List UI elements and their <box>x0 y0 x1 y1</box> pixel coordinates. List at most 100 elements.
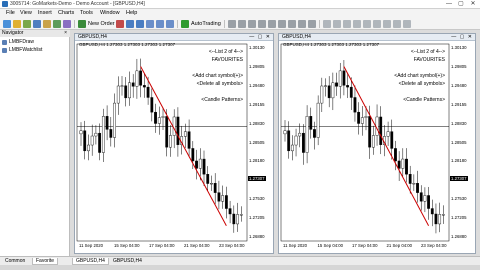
chart-window-1[interactable]: GBPUSD,H4 — ▢ ✕ GBPUSD,H4 1.27303 1.2730… <box>74 33 274 254</box>
timeframe-h4-icon[interactable] <box>373 20 381 28</box>
candle <box>176 107 180 157</box>
timeframe-m30-icon[interactable] <box>353 20 361 28</box>
menu-insert[interactable]: Insert <box>38 10 52 16</box>
candle <box>338 62 342 99</box>
price-label: 1.28830 <box>249 120 265 126</box>
panel-line <box>192 64 243 72</box>
timeframe-m1-icon[interactable] <box>323 20 331 28</box>
channel-icon[interactable] <box>278 20 286 28</box>
chart-window-buttons[interactable]: — ▢ ✕ <box>249 34 271 41</box>
menu-view[interactable]: View <box>20 10 32 16</box>
panel-line <box>192 88 243 96</box>
cursor-icon[interactable] <box>228 20 236 28</box>
auto-scroll-icon[interactable] <box>166 20 174 28</box>
horizontal-line-icon[interactable] <box>258 20 266 28</box>
tab-chart-2[interactable]: GBPUSD,H4 <box>110 258 145 264</box>
candle <box>412 174 416 191</box>
data-window-icon[interactable] <box>33 20 41 28</box>
profiles-icon[interactable] <box>13 20 21 28</box>
panel-line[interactable]: <Add chart symbol(+)> <box>192 72 243 80</box>
autotrading-button[interactable]: AutoTrading <box>191 21 221 27</box>
price-label: 1.26880 <box>249 234 265 239</box>
strategy-tester-icon[interactable] <box>63 20 71 28</box>
chart-tabs: GBPUSD,H4 GBPUSD,H4 <box>70 256 480 265</box>
minimize-button[interactable]: — <box>443 0 455 9</box>
tile-windows-icon[interactable] <box>146 20 154 28</box>
vertical-line-icon[interactable] <box>248 20 256 28</box>
autotrading-icon[interactable] <box>181 20 189 28</box>
metaeditor-icon[interactable] <box>116 20 124 28</box>
text-icon[interactable] <box>298 20 306 28</box>
terminal-icon[interactable] <box>53 20 61 28</box>
navigator-close-icon[interactable]: × <box>64 30 67 37</box>
candle <box>79 122 83 146</box>
candle <box>87 134 90 161</box>
new-order-button[interactable]: New Order <box>88 21 115 27</box>
candle <box>221 185 225 209</box>
candle <box>360 106 364 136</box>
candle <box>195 149 198 180</box>
candle <box>313 121 316 150</box>
chart-window-buttons[interactable]: — ▢ ✕ <box>451 34 473 41</box>
panel-line[interactable]: <Add chart symbol(+)> <box>394 72 445 80</box>
market-watch-icon[interactable] <box>23 20 31 28</box>
panel-line[interactable]: <Delete all symbols> <box>394 80 445 88</box>
candle <box>309 107 313 139</box>
favourites-panel[interactable]: <--List 2 of 4--> FAVOURITES <Add chart s… <box>192 48 243 104</box>
menu-charts[interactable]: Charts <box>58 10 74 16</box>
panel-line[interactable]: <--List 2 of 4--> <box>192 48 243 56</box>
date-label: 11 Sep 2020 <box>283 243 308 248</box>
candle <box>346 73 349 99</box>
candle <box>441 205 445 224</box>
price-label: 1.27205 <box>451 215 467 221</box>
timeframe-mn-icon[interactable] <box>403 20 411 28</box>
menu-help[interactable]: Help <box>126 10 137 16</box>
candlestick-chart[interactable] <box>75 41 273 253</box>
timeframe-d1-icon[interactable] <box>383 20 391 28</box>
maximize-button[interactable]: ▢ <box>455 0 467 9</box>
panel-line[interactable]: <Candle Patterns> <box>394 96 445 104</box>
timeframe-m5-icon[interactable] <box>333 20 341 28</box>
panel-line[interactable]: <--List 2 of 4--> <box>394 48 445 56</box>
price-label: 1.30130 <box>249 45 265 50</box>
menu-file[interactable]: File <box>6 10 15 16</box>
menu-window[interactable]: Window <box>100 10 120 16</box>
price-label: 1.28180 <box>249 158 265 164</box>
timeframe-h1-icon[interactable] <box>363 20 371 28</box>
tab-common[interactable]: Common <box>2 258 28 264</box>
candlestick-chart[interactable] <box>279 41 475 253</box>
tab-chart-1[interactable]: GBPUSD,H4 <box>72 258 109 265</box>
candle <box>128 71 131 106</box>
zoom-in-icon[interactable] <box>126 20 134 28</box>
fibonacci-icon[interactable] <box>288 20 296 28</box>
timeframe-m15-icon[interactable] <box>343 20 351 28</box>
zoom-out-icon[interactable] <box>136 20 144 28</box>
candle <box>371 125 375 155</box>
label-icon[interactable] <box>308 20 316 28</box>
new-order-icon[interactable] <box>78 20 86 28</box>
close-button[interactable]: ✕ <box>467 0 479 9</box>
menu-tools[interactable]: Tools <box>80 10 93 16</box>
new-chart-icon[interactable] <box>3 20 11 28</box>
chart-shift-icon[interactable] <box>156 20 164 28</box>
crosshair-icon[interactable] <box>238 20 246 28</box>
navigator-item-lmbfdraw[interactable]: LMBFDraw <box>2 39 34 45</box>
candle <box>397 151 401 181</box>
navigator-item-lmbfwatchlist[interactable]: LMBFWatchlist <box>2 47 42 53</box>
candle <box>335 72 338 96</box>
favourites-panel[interactable]: <--List 2 of 4--> FAVOURITES <Add chart s… <box>394 48 445 104</box>
candle <box>202 150 206 187</box>
candle <box>101 108 105 162</box>
tab-favorite[interactable]: Favorite <box>32 258 59 265</box>
navigator-icon[interactable] <box>43 20 51 28</box>
panel-line[interactable]: <Delete all symbols> <box>192 80 243 88</box>
price-label: 1.28830 <box>451 120 467 126</box>
timeframe-w1-icon[interactable] <box>393 20 401 28</box>
panel-line[interactable]: <Candle Patterns> <box>192 96 243 104</box>
navigator-item-label: LMBFWatchlist <box>9 47 43 53</box>
chart-header: GBPUSD,H4 — ▢ ✕ <box>279 34 475 41</box>
candle <box>131 74 135 98</box>
trendline-icon[interactable] <box>268 20 276 28</box>
chart-window-2[interactable]: GBPUSD,H4 — ▢ ✕ GBPUSD,H4 1.27303 1.2730… <box>278 33 476 254</box>
candle <box>302 124 305 165</box>
